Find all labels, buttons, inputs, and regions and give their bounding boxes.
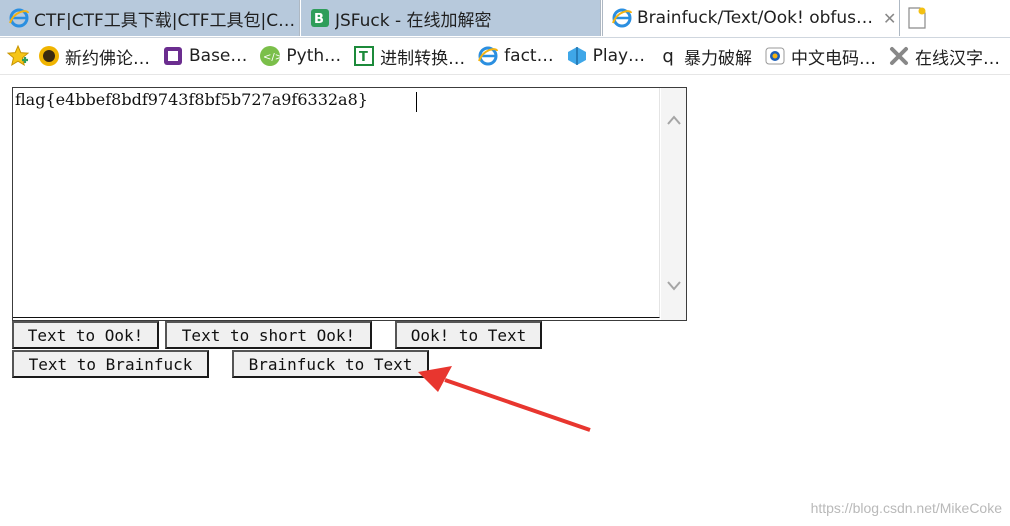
arrow-shaft [444, 378, 591, 432]
watermark-text: https://blog.csdn.net/MikeCoke [810, 500, 1002, 516]
annotation-arrow [418, 366, 591, 432]
